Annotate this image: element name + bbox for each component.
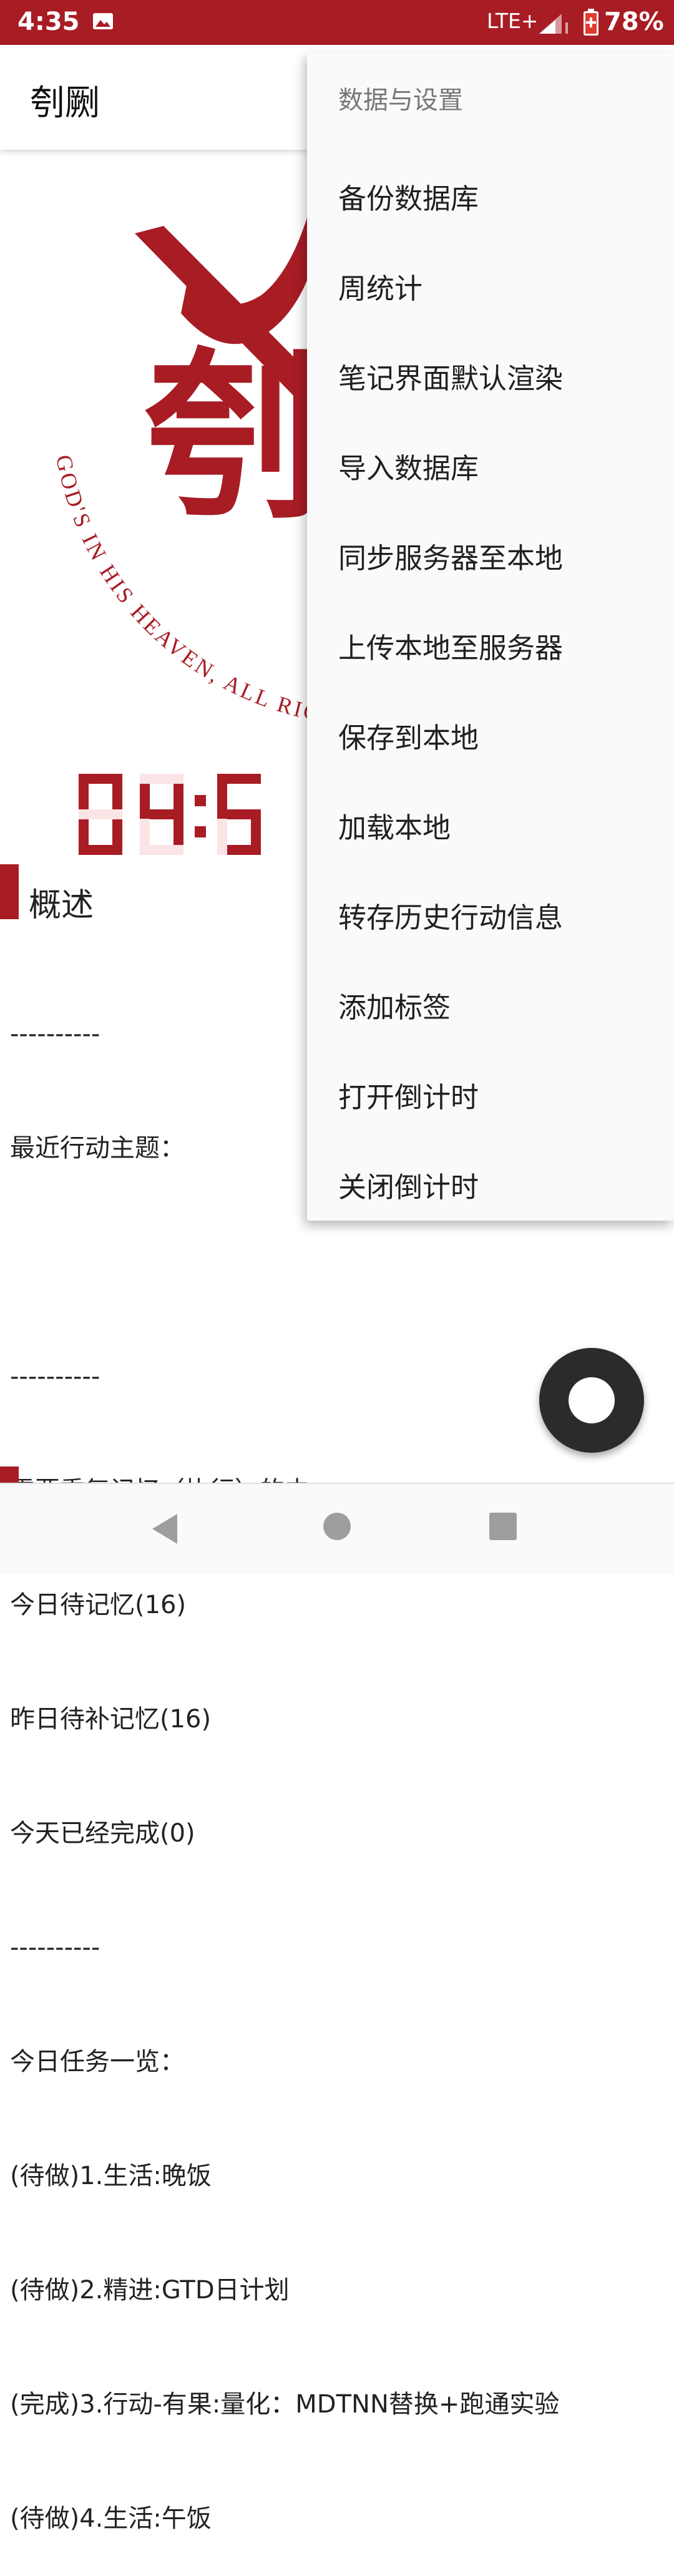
floating-action-button[interactable] — [539, 1348, 644, 1453]
content-line: ---------- — [10, 1933, 100, 1962]
menu-item-label: 导入数据库 — [338, 452, 479, 485]
content-line: 今天已经完成(0) — [10, 1819, 195, 1848]
navigation-bar — [0, 1483, 674, 1574]
battery-icon — [584, 9, 598, 36]
section-title: 概述 — [29, 887, 94, 924]
menu-item-label: 关闭倒计时 — [338, 1171, 479, 1204]
digital-clock — [75, 769, 325, 862]
menu-item-label: 上传本地至服务器 — [338, 632, 564, 665]
menu-item-load-local[interactable]: 加载本地 — [307, 779, 674, 869]
menu-item-label: 打开倒计时 — [338, 1081, 479, 1114]
menu-item-archive-history[interactable]: 转存历史行动信息 — [307, 869, 674, 959]
menu-item-add-tag[interactable]: 添加标签 — [307, 959, 674, 1048]
content-line: 今日任务一览： — [10, 2047, 185, 2076]
menu-item-label: 笔记界面默认渲染 — [338, 362, 564, 395]
menu-item-label: 同步服务器至本地 — [338, 542, 564, 575]
content-line: 昨日待补记忆(16) — [10, 1705, 212, 1734]
content-line: (待做)2.精进:GTD日计划 — [10, 2276, 290, 2305]
recents-icon[interactable] — [488, 1511, 518, 1541]
content-line: 今日待记忆(16) — [10, 1591, 187, 1619]
image-notification-icon — [93, 13, 113, 29]
menu-header: 数据与设置 — [338, 86, 463, 115]
back-icon[interactable] — [150, 1511, 181, 1546]
signal-icon — [539, 14, 568, 34]
menu-item-label: 转存历史行动信息 — [338, 901, 564, 934]
menu-item-sync-server-to-local[interactable]: 同步服务器至本地 — [307, 509, 674, 599]
content-line: (待做)1.生活:晚饭 — [10, 2162, 212, 2190]
logo-char: 刳 — [144, 331, 325, 544]
menu-item-label: 添加标签 — [338, 991, 451, 1024]
section-accent-bar — [0, 864, 19, 919]
content-line: (完成)3.行动-有果:量化：MDTNN替换+跑通实验 — [10, 2390, 560, 2419]
menu-item-backup-database[interactable]: 备份数据库 — [307, 150, 674, 240]
status-time: 4:35 — [17, 7, 80, 36]
home-icon[interactable] — [322, 1511, 352, 1541]
menu-item-label: 保存到本地 — [338, 721, 479, 754]
menu-item-label: 周统计 — [338, 272, 423, 305]
menu-item-label: 加载本地 — [338, 811, 451, 844]
next-section-accent-bar — [0, 1466, 19, 1484]
menu-item-open-countdown[interactable]: 打开倒计时 — [307, 1048, 674, 1138]
network-type: LTE+ — [487, 9, 539, 33]
menu-item-note-default-render[interactable]: 笔记界面默认渲染 — [307, 329, 674, 419]
content-line: (待做)4.生活:午饭 — [10, 2504, 212, 2533]
circle-icon — [569, 1377, 615, 1423]
app-title: 刳劂 — [30, 83, 100, 124]
overflow-menu: 数据与设置 备份数据库 周统计 笔记界面默认渲染 导入数据库 同步服务器至本地 … — [307, 52, 674, 1221]
menu-item-close-countdown[interactable]: 关闭倒计时 — [307, 1138, 674, 1228]
clock-digits — [79, 774, 261, 855]
menu-item-weekly-stats[interactable]: 周统计 — [307, 240, 674, 329]
content-line — [10, 1244, 659, 1282]
menu-item-save-local[interactable]: 保存到本地 — [307, 689, 674, 779]
menu-item-import-database[interactable]: 导入数据库 — [307, 419, 674, 509]
menu-item-upload-local-to-server[interactable]: 上传本地至服务器 — [307, 599, 674, 689]
menu-item-label: 备份数据库 — [338, 182, 479, 215]
battery-percent: 78% — [604, 7, 664, 36]
status-bar: 4:35 LTE+ 78% — [0, 0, 674, 45]
